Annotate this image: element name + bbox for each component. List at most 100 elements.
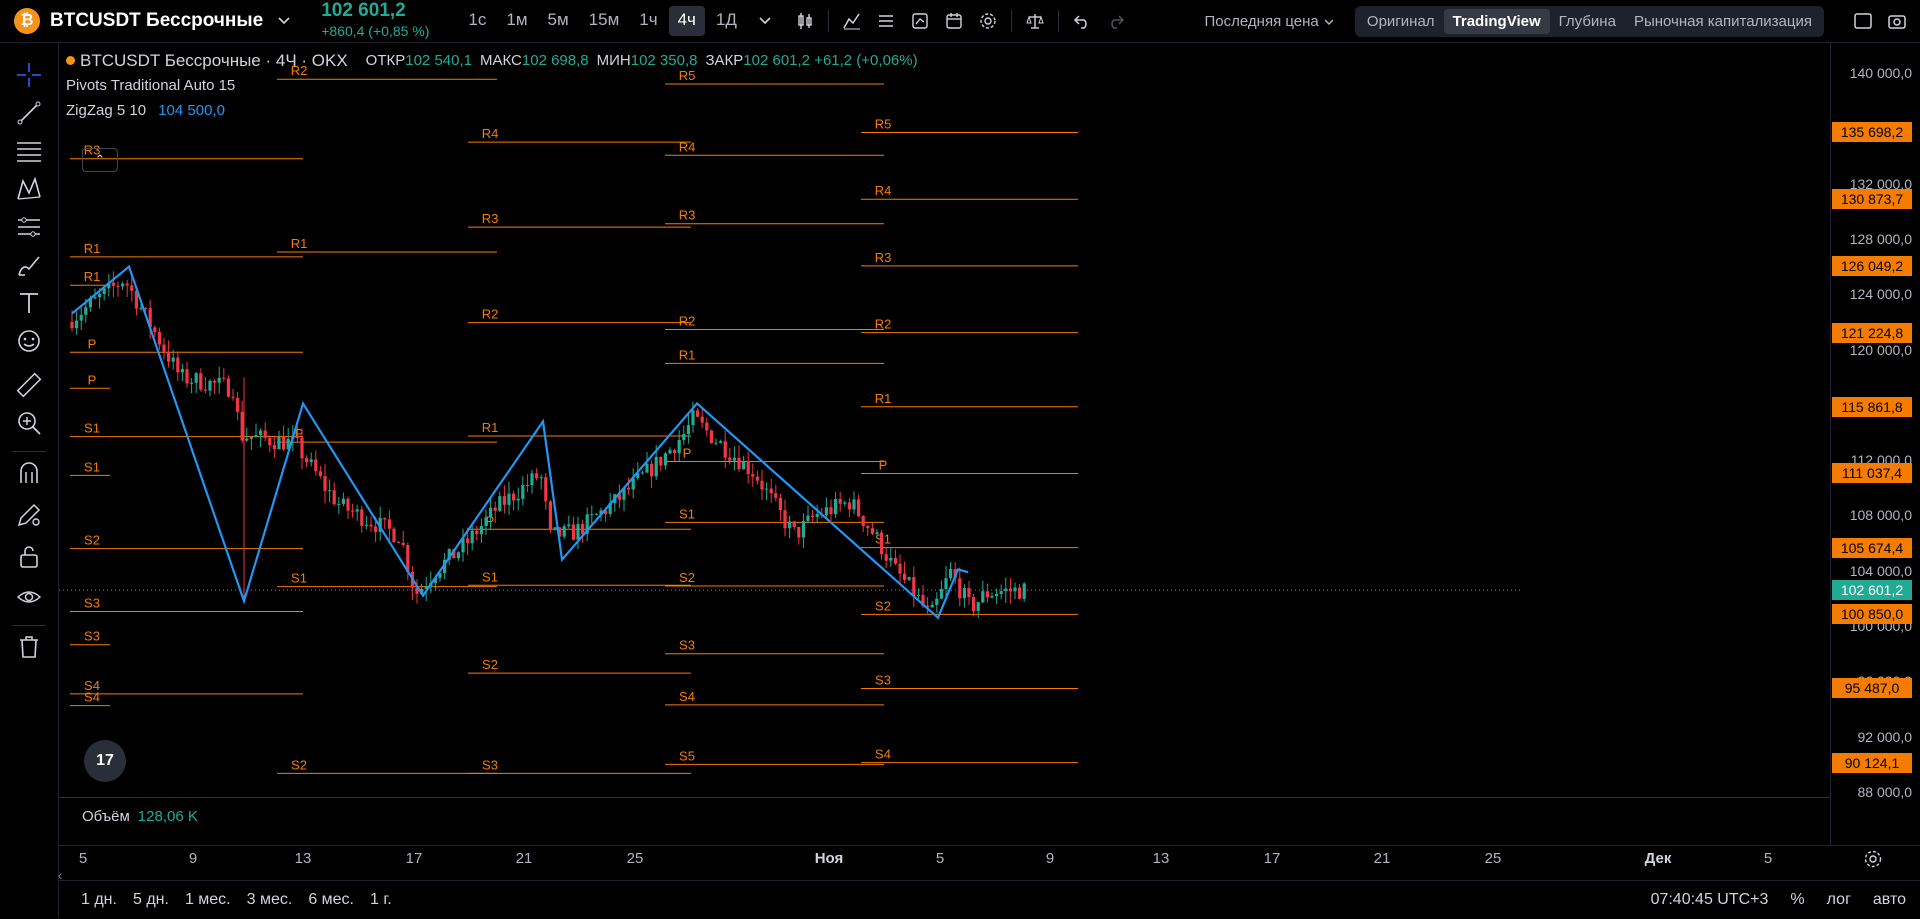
interval-1s[interactable]: 1с <box>459 6 495 36</box>
chevron-down-icon[interactable] <box>277 13 291 29</box>
zigzag-value: 104 500,0 <box>158 102 225 119</box>
replay-icon[interactable] <box>937 6 971 36</box>
eye-icon[interactable] <box>15 583 43 611</box>
view-original[interactable]: Оригинал <box>1358 9 1444 34</box>
candle-body <box>525 484 529 486</box>
view-market-cap[interactable]: Рыночная капитализация <box>1625 9 1821 34</box>
time-axis-label: 5 <box>78 850 88 867</box>
trend-line-icon[interactable] <box>15 99 43 127</box>
candle-body <box>1013 587 1017 592</box>
time-axis-label: 9 <box>188 850 198 867</box>
range-1d[interactable]: 1 дн. <box>81 891 117 909</box>
auto-scale-toggle[interactable]: авто <box>1873 891 1906 909</box>
symbol-name[interactable]: BTCUSDT Бессрочные <box>50 10 263 32</box>
candle-body <box>778 497 782 511</box>
candle-body <box>838 498 842 504</box>
range-1y[interactable]: 1 г. <box>370 891 392 909</box>
pivot-level-label: R2 <box>482 307 499 322</box>
axis-settings-icon[interactable] <box>1862 848 1884 870</box>
pivot-level-label: S2 <box>291 757 307 772</box>
candle-body <box>788 521 792 529</box>
time-axis-label: 5 <box>1763 850 1773 867</box>
pivot-level-label: R3 <box>482 211 499 226</box>
view-tradingview[interactable]: TradingView <box>1443 8 1550 34</box>
candle-body <box>939 588 943 599</box>
candle-body <box>484 517 488 526</box>
forecast-icon[interactable] <box>15 213 43 241</box>
emoji-icon[interactable] <box>15 327 43 355</box>
legend-dot <box>66 56 75 65</box>
price-level-badge: 111 037,4 <box>1832 463 1912 484</box>
candle-body <box>673 449 677 454</box>
candle-body <box>323 476 327 491</box>
price-axis-label: 104 000,0 <box>1849 562 1912 579</box>
magnet-icon[interactable] <box>15 459 43 487</box>
ruler-icon[interactable] <box>15 371 43 399</box>
candle-body <box>659 456 663 466</box>
pivot-level-label: S3 <box>482 757 498 772</box>
interval-4h[interactable]: 4ч <box>668 6 705 36</box>
candle-body <box>696 410 700 417</box>
brush-icon[interactable] <box>15 251 43 279</box>
fib-retracement-icon[interactable] <box>15 137 43 165</box>
price-axis[interactable]: 140 000,0 132 000,0 128 000,0 124 000,0 120 … <box>1830 43 1920 845</box>
undo-icon[interactable] <box>1065 6 1099 36</box>
chevron-down-icon <box>1324 19 1334 25</box>
compare-scale-icon[interactable] <box>1018 6 1052 36</box>
view-depth[interactable]: Глубина <box>1550 9 1625 34</box>
percent-scale-toggle[interactable]: % <box>1790 891 1804 909</box>
pivot-level-label: P <box>879 457 888 472</box>
range-1m[interactable]: 1 мес. <box>185 891 231 909</box>
candle-body <box>553 527 557 529</box>
camera-icon[interactable] <box>1880 6 1914 36</box>
pivot-level-label: S3 <box>875 672 891 687</box>
indicators-icon[interactable] <box>835 6 869 36</box>
crosshair-icon[interactable] <box>15 61 43 89</box>
price-type-select[interactable]: Последняя цена <box>1205 13 1335 30</box>
interval-1d[interactable]: 1Д <box>707 6 746 36</box>
time-axis[interactable]: 5 9 13 17 21 25 Ноя 5 9 13 17 21 25 Дек 5 <box>59 845 1830 872</box>
legend-close-label: ЗАКР <box>705 52 744 69</box>
lock-icon[interactable] <box>15 543 43 571</box>
text-tool-icon[interactable] <box>15 289 43 317</box>
time-axis-label: 25 <box>626 850 644 867</box>
clock-timezone[interactable]: 07:40:45 UTC+3 <box>1651 891 1769 909</box>
candle-body <box>714 442 718 444</box>
candle-body <box>98 294 102 298</box>
range-5d[interactable]: 5 дн. <box>133 891 169 909</box>
pivot-level-label: P <box>88 336 97 351</box>
trash-icon[interactable] <box>15 633 43 661</box>
templates-icon[interactable] <box>869 6 903 36</box>
pivots-indicator-label[interactable]: Pivots Traditional Auto 15 <box>66 73 918 98</box>
candle-body <box>686 425 690 435</box>
collapse-legend-button[interactable]: ⌃ <box>82 148 118 172</box>
candle-body <box>397 541 401 543</box>
log-scale-toggle[interactable]: лог <box>1827 891 1851 909</box>
price-axis-label: 92 000,0 <box>1857 728 1913 745</box>
stay-drawing-icon[interactable] <box>15 501 43 529</box>
pivot-level-label: P <box>88 372 97 387</box>
interval-5m[interactable]: 5м <box>539 6 578 36</box>
tradingview-logo[interactable]: 17 <box>84 740 126 782</box>
pattern-icon[interactable] <box>15 175 43 203</box>
candle-body <box>507 493 511 505</box>
range-3m[interactable]: 3 мес. <box>247 891 293 909</box>
candle-body <box>889 557 893 561</box>
pivot-level-label: S1 <box>291 571 307 586</box>
price-chart[interactable]: R1 P S1 S3 S4 R3 R1 P S1 S2 S3 S4 R2 R1 P S1 S2 R4 R3 R2 R1 P… <box>59 43 1520 801</box>
zigzag-indicator[interactable]: ZigZag 5 10 104 500,0 <box>66 98 918 123</box>
redo-icon[interactable] <box>1099 6 1133 36</box>
settings-gear-icon[interactable] <box>971 6 1005 36</box>
candle-body <box>245 438 249 441</box>
layout-icon[interactable] <box>1846 6 1880 36</box>
alert-icon[interactable] <box>903 6 937 36</box>
interval-more-icon[interactable] <box>748 6 782 36</box>
interval-15m[interactable]: 15м <box>580 6 629 36</box>
interval-1m[interactable]: 1м <box>497 6 536 36</box>
zoom-in-icon[interactable] <box>15 409 43 437</box>
interval-1h[interactable]: 1ч <box>630 6 666 36</box>
range-6m[interactable]: 6 мес. <box>308 891 354 909</box>
candles-type-icon[interactable] <box>788 6 822 36</box>
interval-selector: 1с 1м 5м 15м 1ч 4ч 1Д <box>459 6 781 36</box>
candle-body <box>208 380 212 391</box>
